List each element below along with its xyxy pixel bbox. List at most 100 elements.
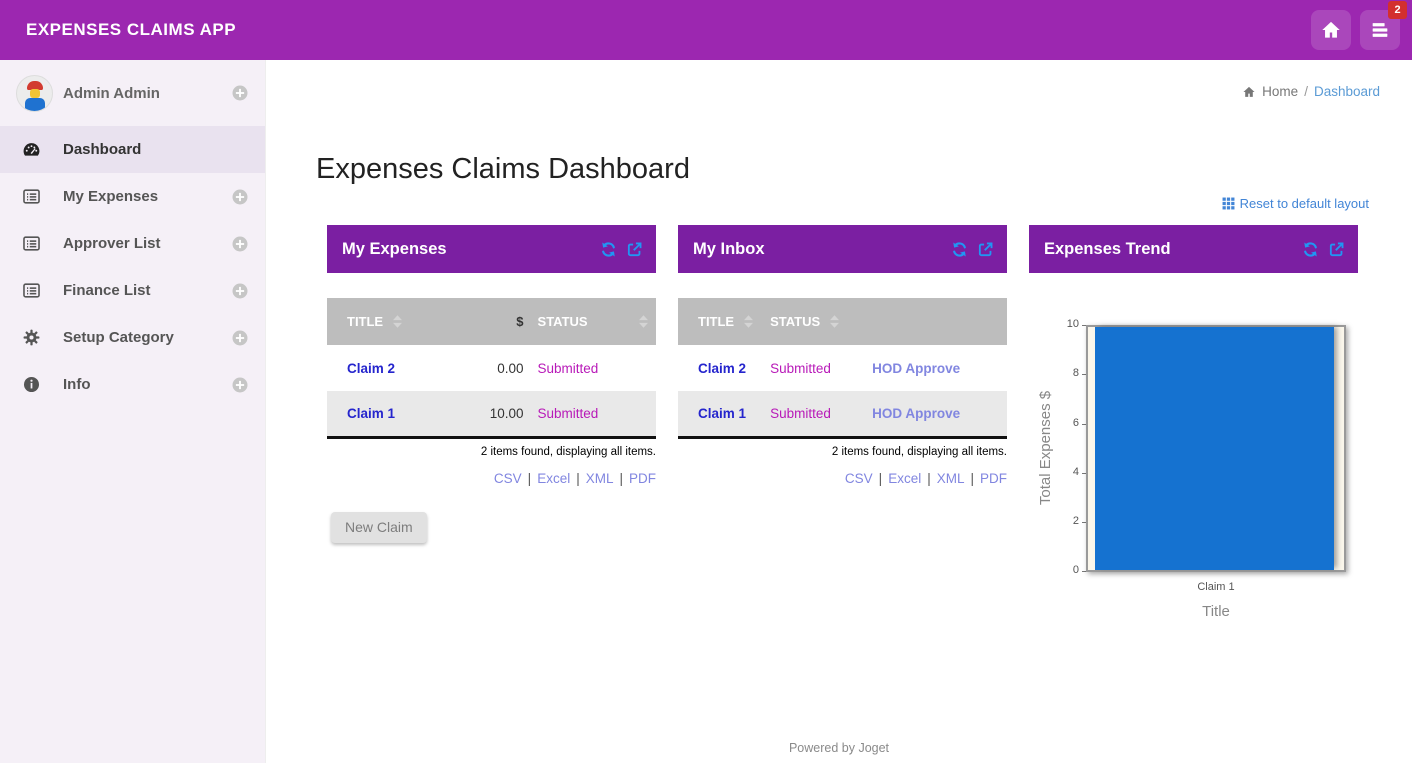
refresh-icon[interactable]: [951, 241, 968, 258]
info-icon: [22, 375, 41, 394]
breadcrumb-separator: /: [1304, 84, 1308, 99]
expand-button[interactable]: [231, 376, 249, 394]
expand-button[interactable]: [231, 282, 249, 300]
export-csv-link[interactable]: CSV: [494, 471, 522, 486]
y-axis-label: Total Expenses $: [1037, 390, 1054, 506]
export-csv-link[interactable]: CSV: [845, 471, 873, 486]
y-tick: 8: [1072, 367, 1079, 379]
table-row: Claim 1 Submitted HOD Approve: [678, 391, 1007, 437]
sidebar-user-row[interactable]: Admin Admin: [0, 60, 265, 126]
sidebar-item-info[interactable]: Info: [0, 361, 265, 408]
plus-circle-icon: [232, 283, 248, 298]
sidebar-item-approver-list[interactable]: Approver List: [0, 220, 265, 267]
table-row: Claim 2 Submitted HOD Approve: [678, 345, 1007, 391]
sidebar-item-label: My Expenses: [63, 188, 159, 205]
inbox-tasks-button[interactable]: 2: [1360, 1, 1407, 50]
sidebar-item-my-expenses[interactable]: My Expenses: [0, 173, 265, 220]
column-header-title[interactable]: TITLE: [678, 298, 771, 345]
inbox-count-badge: 2: [1388, 1, 1407, 19]
expand-button[interactable]: [231, 235, 249, 253]
external-link-icon[interactable]: [626, 241, 643, 258]
grid-icon: [1222, 197, 1235, 210]
new-claim-button[interactable]: New Claim: [331, 511, 427, 543]
plot-area: [1086, 325, 1346, 572]
plus-circle-icon: [232, 189, 248, 204]
column-header-title[interactable]: TITLE: [327, 298, 462, 345]
export-xml-link[interactable]: XML: [586, 471, 614, 486]
refresh-icon[interactable]: [600, 241, 617, 258]
hod-approve-link[interactable]: HOD Approve: [872, 361, 960, 376]
panel-header: My Expenses: [327, 225, 656, 273]
reset-layout-label: Reset to default layout: [1239, 196, 1369, 211]
home-button[interactable]: [1311, 10, 1351, 50]
reset-layout-link[interactable]: Reset to default layout: [1222, 196, 1369, 211]
sidebar: Admin Admin Dashboard My Expenses Approv…: [0, 60, 266, 763]
panel-header: My Inbox: [678, 225, 1007, 273]
external-link-icon[interactable]: [1328, 241, 1345, 258]
breadcrumb: Home / Dashboard: [1242, 84, 1380, 99]
panel-expenses-trend: Expenses Trend Total Expenses $ 10 8 6 4…: [1029, 225, 1358, 673]
plus-circle-icon: [232, 85, 248, 101]
y-tick: 2: [1072, 515, 1079, 527]
y-tick: 6: [1072, 417, 1079, 429]
user-expand-button[interactable]: [231, 84, 249, 102]
column-header-status[interactable]: STATUS: [537, 298, 656, 345]
main-content: Home / Dashboard Expenses Claims Dashboa…: [266, 60, 1412, 763]
panel-header: Expenses Trend: [1029, 225, 1358, 273]
sidebar-item-setup-category[interactable]: Setup Category: [0, 314, 265, 361]
expand-button[interactable]: [231, 329, 249, 347]
dashboard-icon: [22, 140, 41, 159]
export-pdf-link[interactable]: PDF: [980, 471, 1007, 486]
tasks-icon: [1372, 23, 1388, 37]
column-header-empty: [872, 298, 1007, 345]
x-axis-label: Title: [1202, 603, 1230, 620]
gear-icon: [22, 328, 41, 347]
list-icon: [22, 281, 41, 300]
app-title: EXPENSES CLAIMS APP: [26, 20, 237, 39]
sort-icon[interactable]: [639, 315, 656, 328]
sidebar-item-label: Setup Category: [63, 329, 174, 346]
x-tick-label: Claim 1: [1197, 581, 1235, 593]
claim-link[interactable]: Claim 2: [347, 361, 395, 376]
panel-title: My Inbox: [693, 239, 765, 258]
sidebar-item-label: Approver List: [63, 235, 161, 252]
export-links: CSV | Excel | XML | PDF: [493, 470, 656, 486]
panel-title: My Expenses: [342, 239, 447, 258]
y-tick: 4: [1072, 466, 1079, 478]
sort-icon[interactable]: [830, 315, 840, 328]
page-title: Expenses Claims Dashboard: [316, 153, 690, 185]
sidebar-item-dashboard[interactable]: Dashboard: [0, 126, 265, 173]
export-excel-link[interactable]: Excel: [537, 471, 570, 486]
sidebar-item-finance-list[interactable]: Finance List: [0, 267, 265, 314]
list-icon: [22, 187, 41, 206]
plus-circle-icon: [232, 377, 248, 392]
export-xml-link[interactable]: XML: [937, 471, 965, 486]
column-header-status[interactable]: STATUS: [770, 298, 873, 345]
home-icon: [1243, 86, 1255, 97]
user-name: Admin Admin: [63, 84, 160, 102]
claim-link[interactable]: Claim 1: [698, 406, 746, 421]
sidebar-item-label: Dashboard: [63, 141, 142, 158]
sidebar-item-label: Info: [63, 376, 91, 393]
export-pdf-link[interactable]: PDF: [629, 471, 656, 486]
claim-link[interactable]: Claim 2: [698, 361, 746, 376]
avatar: [16, 74, 53, 112]
amount-cell: 10.00: [489, 405, 524, 421]
items-summary: 2 items found, displaying all items.: [831, 445, 1007, 458]
y-tick: 0: [1072, 564, 1079, 576]
column-header-amount[interactable]: $: [461, 298, 538, 345]
expenses-trend-chart: Total Expenses $ 10 8 6 4 2 0 Claim 1 Ti…: [1029, 273, 1358, 673]
sort-icon[interactable]: [744, 315, 754, 328]
claim-link[interactable]: Claim 1: [347, 406, 395, 421]
panel-my-inbox: My Inbox TITLE STATUS Claim 2 Submitted …: [678, 225, 1007, 673]
external-link-icon[interactable]: [977, 241, 994, 258]
sort-icon[interactable]: [393, 315, 403, 328]
status-cell: Submitted: [770, 360, 831, 376]
export-excel-link[interactable]: Excel: [888, 471, 921, 486]
breadcrumb-home[interactable]: Home: [1262, 84, 1298, 99]
hod-approve-link[interactable]: HOD Approve: [872, 406, 960, 421]
expand-button[interactable]: [231, 188, 249, 206]
status-cell: Submitted: [770, 405, 831, 421]
refresh-icon[interactable]: [1302, 241, 1319, 258]
breadcrumb-current[interactable]: Dashboard: [1314, 84, 1380, 99]
